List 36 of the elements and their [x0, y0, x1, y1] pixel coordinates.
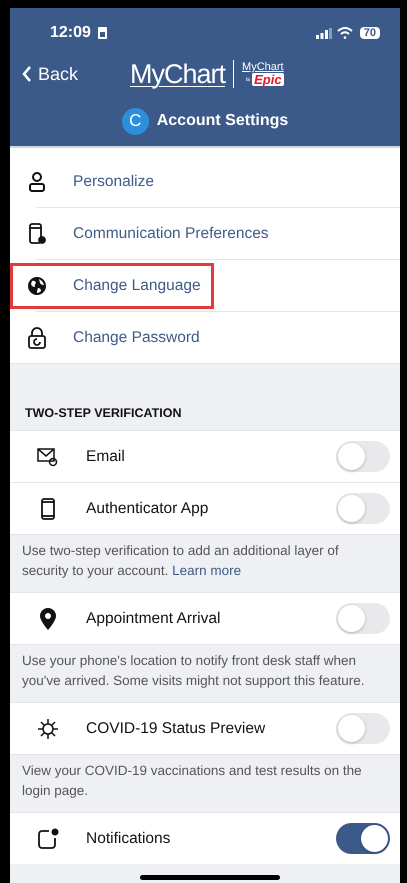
setting-label: Email	[86, 448, 126, 466]
menu-item[interactable]: Communication Preferences	[10, 210, 282, 256]
toggle-switch[interactable]	[336, 493, 390, 524]
page-title: Account Settings	[156, 112, 288, 130]
status-time: 12:09	[50, 24, 91, 42]
toggle-switch[interactable]	[336, 603, 390, 634]
badge-text: MyChart	[242, 62, 284, 73]
signal-icon	[316, 28, 332, 38]
toggle-switch[interactable]	[336, 823, 390, 854]
lock-icon	[27, 326, 47, 348]
phone-gear-icon	[28, 222, 46, 244]
setting-label: Appointment Arrival	[86, 610, 222, 628]
setting-label: COVID-19 Status Preview	[86, 720, 266, 738]
battery-indicator: 70	[360, 27, 380, 39]
section-header: TWO-STEP VERIFICATION	[24, 406, 182, 422]
wifi-icon	[336, 27, 353, 39]
menu-item[interactable]: Change Language	[10, 262, 214, 308]
location-pin-icon	[39, 606, 57, 631]
chevron-left-icon	[22, 65, 32, 83]
toggle-switch[interactable]	[336, 441, 390, 472]
phone-icon	[41, 498, 55, 520]
toggle-switch[interactable]	[336, 713, 390, 744]
menu-item[interactable]: Personalize	[10, 158, 167, 204]
learn-more-link[interactable]: Learn more	[172, 562, 242, 578]
sim-icon	[98, 27, 107, 39]
brand-logo: Epic	[252, 73, 284, 86]
email-icon	[37, 446, 59, 466]
setting-label: Notifications	[86, 830, 172, 848]
menu-item[interactable]: Change Password	[10, 314, 213, 360]
setting-label: Authenticator App	[86, 500, 210, 518]
notification-icon	[37, 828, 59, 850]
app-logo: MyChart	[130, 58, 226, 90]
account-avatar: C	[122, 108, 149, 134]
back-button[interactable]: Back	[22, 64, 78, 84]
globe-icon	[27, 276, 47, 296]
person-icon	[28, 172, 46, 192]
